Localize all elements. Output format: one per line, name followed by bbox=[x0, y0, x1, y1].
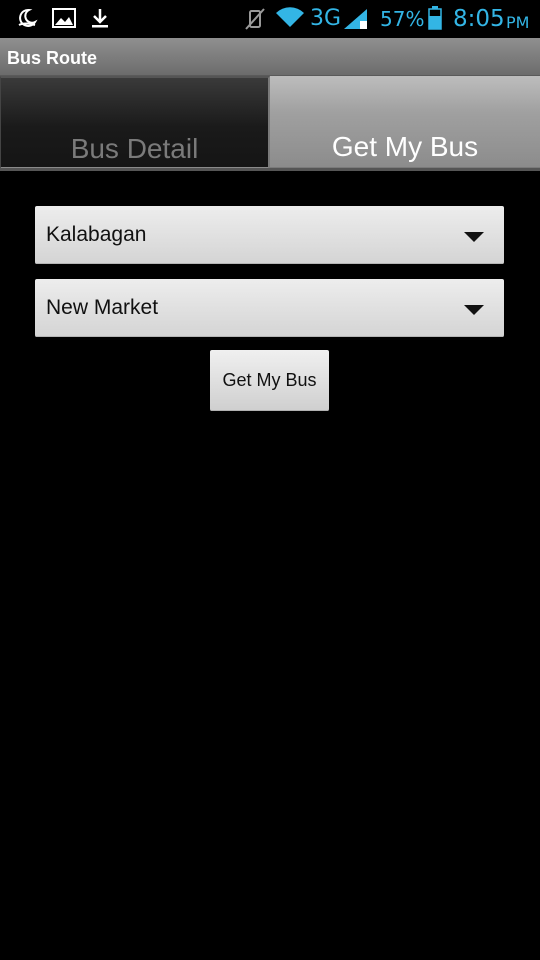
image-icon bbox=[52, 7, 76, 34]
network-type: 3G bbox=[310, 6, 342, 31]
clock-ampm: PM bbox=[506, 13, 530, 32]
from-stop-value: Kalabagan bbox=[46, 223, 147, 246]
app-title: Bus Route bbox=[7, 48, 97, 68]
download-icon bbox=[90, 7, 110, 34]
battery-icon bbox=[428, 6, 442, 35]
tab-divider bbox=[0, 168, 540, 171]
signal-icon bbox=[343, 8, 369, 35]
vibrate-off-icon bbox=[244, 7, 266, 36]
to-stop-spinner[interactable]: New Market bbox=[35, 279, 504, 337]
to-stop-value: New Market bbox=[46, 296, 159, 319]
from-stop-spinner[interactable]: Kalabagan bbox=[35, 206, 504, 264]
tab-label: Bus Detail bbox=[70, 133, 199, 164]
clock-time: 8:05 bbox=[453, 6, 505, 32]
dropdown-arrow-icon bbox=[464, 232, 484, 242]
action-bar: Bus Route bbox=[0, 38, 540, 76]
get-my-bus-button[interactable]: Get My Bus bbox=[210, 350, 329, 411]
tab-bar: Bus Detail Get My Bus bbox=[0, 76, 540, 170]
dropdown-arrow-icon bbox=[464, 305, 484, 315]
battery-percent: 57% bbox=[380, 7, 425, 31]
status-bar: 3G 57% 8:05 PM bbox=[0, 0, 540, 38]
moon-icon bbox=[16, 7, 38, 34]
tab-label: Get My Bus bbox=[331, 131, 479, 162]
wifi-icon bbox=[275, 5, 305, 34]
tab-bus-detail[interactable]: Bus Detail bbox=[0, 76, 270, 170]
tab-get-my-bus[interactable]: Get My Bus bbox=[270, 76, 540, 170]
